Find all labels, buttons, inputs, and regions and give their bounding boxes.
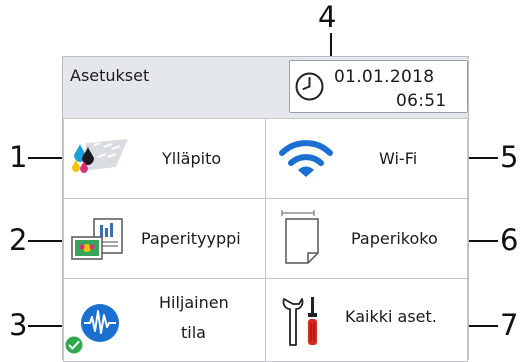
tile-paper-size[interactable]: Paperikoko: [265, 198, 468, 279]
tile-wifi-label: Wi-Fi: [379, 149, 418, 168]
callout-2: 2: [9, 223, 28, 257]
tile-paper-size-label: Paperikoko: [351, 229, 438, 248]
ink-cartridges-icon: [72, 139, 128, 173]
tile-maintenance[interactable]: Ylläpito: [63, 118, 266, 199]
tile-all-settings-label: Kaikki aset.: [345, 307, 437, 326]
tile-quiet-mode-label-line2: tila: [181, 323, 206, 342]
callout-5: 5: [500, 140, 519, 174]
tile-maintenance-label: Ylläpito: [162, 149, 222, 168]
settings-screen: Asetukset 01.01.2018 06:51 Ylläpito Wi-F…: [62, 56, 469, 362]
tools-icon: [282, 297, 317, 346]
callout-1: 1: [9, 140, 28, 174]
date-time-button[interactable]: 01.01.2018 06:51: [289, 60, 468, 113]
checkmark-badge-icon: [65, 336, 83, 354]
tile-paper-type-label: Paperityyppi: [141, 229, 241, 248]
callout-7: 7: [500, 308, 519, 342]
paper-size-icon: [281, 210, 319, 264]
tile-paper-type[interactable]: Paperityyppi: [63, 198, 266, 279]
tile-quiet-mode-label-line1: Hiljainen: [159, 293, 229, 312]
wifi-icon: [279, 140, 333, 177]
paper-type-icon: [71, 218, 123, 260]
tile-quiet-mode[interactable]: Hiljainen tila: [63, 278, 266, 362]
callout-5-leader: [466, 157, 498, 159]
screen-title: Asetukset: [70, 66, 150, 85]
callout-6: 6: [500, 223, 519, 257]
clock-icon: [295, 72, 324, 101]
tile-all-settings[interactable]: Kaikki aset.: [265, 278, 468, 362]
time-text: 06:51: [396, 91, 447, 111]
tile-wifi[interactable]: Wi-Fi: [265, 118, 468, 199]
date-text: 01.01.2018: [334, 67, 435, 87]
callout-3: 3: [9, 308, 28, 342]
callout-4: 4: [318, 0, 337, 34]
header-bar: Asetukset 01.01.2018 06:51: [63, 57, 468, 118]
